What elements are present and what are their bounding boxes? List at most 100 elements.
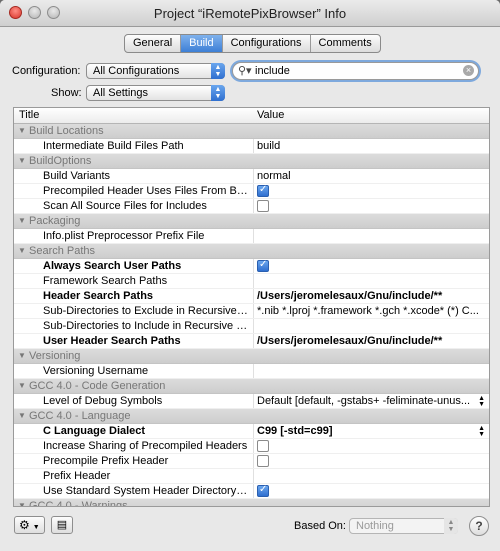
notes-button[interactable]: ▤: [51, 516, 73, 534]
setting-value[interactable]: build: [257, 140, 485, 152]
setting-value[interactable]: /Users/jeromelesaux/Gnu/include/**: [257, 290, 485, 302]
configuration-label: Configuration:: [12, 65, 81, 77]
action-menu-button[interactable]: ⚙ ▼: [14, 516, 45, 534]
group-row[interactable]: ▼ GCC 4.0 - Warnings: [14, 499, 489, 507]
column-divider: [253, 169, 254, 183]
column-divider: [253, 394, 254, 408]
disclosure-triangle-icon[interactable]: ▼: [18, 216, 26, 225]
tab-bar: General Build Configurations Comments: [124, 34, 381, 53]
disclosure-triangle-icon[interactable]: ▼: [18, 156, 26, 165]
setting-checkbox[interactable]: [257, 259, 269, 272]
column-divider: [253, 259, 254, 273]
group-row[interactable]: ▼ Versioning: [14, 349, 489, 364]
clear-search-icon[interactable]: ×: [463, 65, 474, 76]
help-button[interactable]: ?: [469, 516, 489, 536]
group-row[interactable]: ▼ Packaging: [14, 214, 489, 229]
setting-checkbox[interactable]: [257, 200, 269, 212]
based-on-popup[interactable]: Nothing ▲ ▼: [349, 518, 458, 534]
table-row[interactable]: Sub-Directories to Include in Recursive …: [14, 319, 489, 334]
configuration-value: All Configurations: [93, 65, 180, 77]
tab-build[interactable]: Build: [181, 35, 223, 52]
setting-title: Sub-Directories to Include in Recursive …: [43, 320, 248, 332]
based-on-value: Nothing: [356, 520, 394, 532]
configuration-popup[interactable]: All Configurations ▲ ▼: [86, 63, 225, 79]
disclosure-triangle-icon[interactable]: ▼: [18, 246, 26, 255]
window-title: Project “iRemotePixBrowser” Info: [153, 6, 347, 21]
disclosure-triangle-icon[interactable]: ▼: [18, 126, 26, 135]
setting-checkbox[interactable]: [257, 440, 269, 452]
group-title: GCC 4.0 - Code Generation: [29, 380, 166, 392]
table-row[interactable]: Prefix Header: [14, 469, 489, 484]
table-row[interactable]: Always Search User Paths: [14, 259, 489, 274]
table-row[interactable]: Framework Search Paths: [14, 274, 489, 289]
chevron-down-icon: ▼: [32, 524, 40, 531]
column-header-title[interactable]: Title: [19, 109, 39, 121]
setting-title: User Header Search Paths: [43, 335, 181, 347]
setting-title: Header Search Paths: [43, 290, 154, 302]
setting-title: Info.plist Preprocessor Prefix File: [43, 230, 205, 242]
table-row[interactable]: Intermediate Build Files Path build: [14, 139, 489, 154]
table-row[interactable]: Versioning Username: [14, 364, 489, 379]
group-title: Build Locations: [29, 125, 104, 137]
disclosure-triangle-icon[interactable]: ▼: [18, 381, 26, 390]
setting-value[interactable]: *.nib *.lproj *.framework *.gch *.xcode*…: [257, 305, 485, 317]
tab-configurations[interactable]: Configurations: [223, 35, 311, 52]
show-popup[interactable]: All Settings ▲ ▼: [86, 85, 225, 101]
popup-arrows-icon[interactable]: ▲ ▼: [478, 425, 485, 438]
table-row[interactable]: Sub-Directories to Exclude in Recursive …: [14, 304, 489, 319]
setting-value[interactable]: /Users/jeromelesaux/Gnu/include/**: [257, 335, 485, 347]
project-info-window: Project “iRemotePixBrowser” Info General…: [0, 0, 500, 551]
group-row[interactable]: ▼ Search Paths: [14, 244, 489, 259]
table-header: Title Value: [14, 108, 489, 124]
column-divider: [253, 454, 254, 468]
tab-general[interactable]: General: [125, 35, 182, 52]
column-divider: [253, 469, 254, 483]
group-title: Search Paths: [29, 245, 96, 257]
table-row[interactable]: Level of Debug Symbols Default [default, …: [14, 394, 489, 409]
popup-arrows-icon: ▲ ▼: [211, 63, 225, 79]
title-bar[interactable]: Project “iRemotePixBrowser” Info: [0, 0, 500, 27]
column-divider: [253, 199, 254, 213]
table-row[interactable]: Header Search Paths/Users/jeromelesaux/G…: [14, 289, 489, 304]
column-header-value[interactable]: Value: [257, 109, 284, 121]
table-row[interactable]: C Language Dialect C99 [-std=c99] ▲ ▼: [14, 424, 489, 439]
build-settings-table: Title Value ▼ Build Locations Intermediate…: [13, 107, 490, 507]
setting-title: Framework Search Paths: [43, 275, 168, 287]
setting-title: Increase Sharing of Precompiled Headers: [43, 440, 248, 452]
group-title: GCC 4.0 - Language: [29, 410, 131, 422]
disclosure-triangle-icon[interactable]: ▼: [18, 351, 26, 360]
setting-value[interactable]: C99 [-std=c99]: [257, 425, 485, 437]
disclosure-triangle-icon[interactable]: ▼: [18, 501, 26, 506]
search-value[interactable]: include: [255, 65, 290, 77]
table-row[interactable]: Build Variants normal: [14, 169, 489, 184]
setting-title: Build Variants: [43, 170, 111, 182]
setting-title: Sub-Directories to Exclude in Recursive …: [43, 305, 248, 317]
popup-arrows-icon[interactable]: ▲ ▼: [478, 395, 485, 408]
setting-title: Use Standard System Header Directory Se.…: [43, 485, 248, 497]
group-row[interactable]: ▼ Build Locations: [14, 124, 489, 139]
disclosure-triangle-icon[interactable]: ▼: [18, 411, 26, 420]
table-row[interactable]: Increase Sharing of Precompiled Headers: [14, 439, 489, 454]
group-row[interactable]: ▼ GCC 4.0 - Code Generation: [14, 379, 489, 394]
group-row[interactable]: ▼ BuildOptions: [14, 154, 489, 169]
group-row[interactable]: ▼ GCC 4.0 - Language: [14, 409, 489, 424]
table-row[interactable]: Info.plist Preprocessor Prefix File: [14, 229, 489, 244]
setting-checkbox[interactable]: [257, 184, 269, 197]
column-divider: [253, 364, 254, 378]
table-row[interactable]: Precompile Prefix Header: [14, 454, 489, 469]
setting-title: Prefix Header: [43, 470, 111, 482]
table-row[interactable]: Precompiled Header Uses Files From Build…: [14, 184, 489, 199]
group-title: GCC 4.0 - Warnings: [29, 500, 128, 507]
setting-value[interactable]: Default [default, -gstabs+ -feliminate-u…: [257, 395, 485, 407]
table-row[interactable]: Scan All Source Files for Includes: [14, 199, 489, 214]
setting-value[interactable]: normal: [257, 170, 485, 182]
tab-comments[interactable]: Comments: [311, 35, 380, 52]
setting-checkbox[interactable]: [257, 455, 269, 467]
column-divider: [253, 289, 254, 303]
search-field[interactable]: ⚲▾ include ×: [232, 62, 479, 80]
setting-title: Versioning Username: [43, 365, 149, 377]
table-row[interactable]: Use Standard System Header Directory Se.…: [14, 484, 489, 499]
setting-title: Always Search User Paths: [43, 260, 182, 272]
table-row[interactable]: User Header Search Paths/Users/jeromeles…: [14, 334, 489, 349]
setting-checkbox[interactable]: [257, 484, 269, 497]
